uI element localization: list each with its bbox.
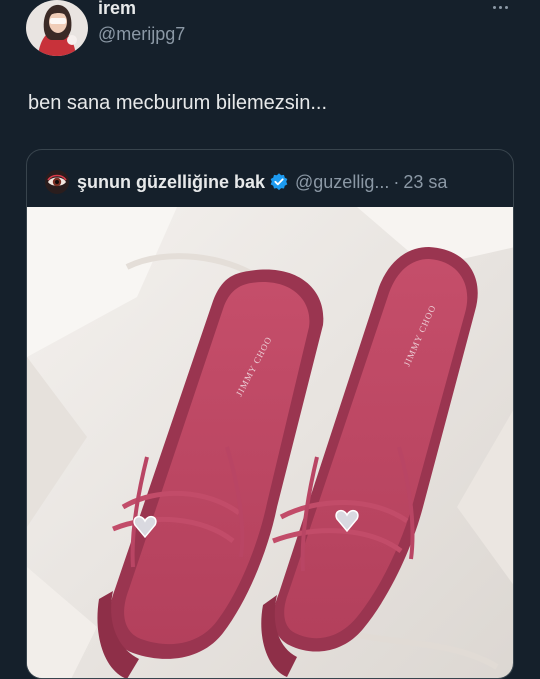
avatar[interactable] (26, 0, 88, 56)
quoted-tweet-header: şunun güzelliğine bak @guzellig... · 23 … (45, 170, 447, 194)
quoted-tweet-card[interactable]: şunun güzelliğine bak @guzellig... · 23 … (26, 149, 514, 679)
quoted-author-handle[interactable]: @guzellig... (295, 172, 389, 193)
quoted-timestamp[interactable]: 23 sa (403, 172, 447, 193)
author-name[interactable]: irem (98, 0, 136, 19)
quoted-avatar[interactable] (45, 170, 69, 194)
avatar-image (26, 0, 88, 56)
quoted-author-name[interactable]: şunun güzelliğine bak (77, 172, 265, 193)
more-dot (498, 5, 502, 9)
quoted-tweet-photo[interactable]: JIMMY CHOO JIMMY CHOO (27, 207, 514, 679)
tweet-text: ben sana mecburum bilemezsin... (28, 92, 328, 114)
more-dot (504, 5, 508, 9)
separator-dot: · (393, 171, 400, 192)
more-options-icon[interactable] (487, 0, 513, 16)
author-handle[interactable]: @merijpg7 (98, 24, 185, 45)
more-dot (492, 5, 496, 9)
verified-badge-icon (270, 173, 288, 191)
